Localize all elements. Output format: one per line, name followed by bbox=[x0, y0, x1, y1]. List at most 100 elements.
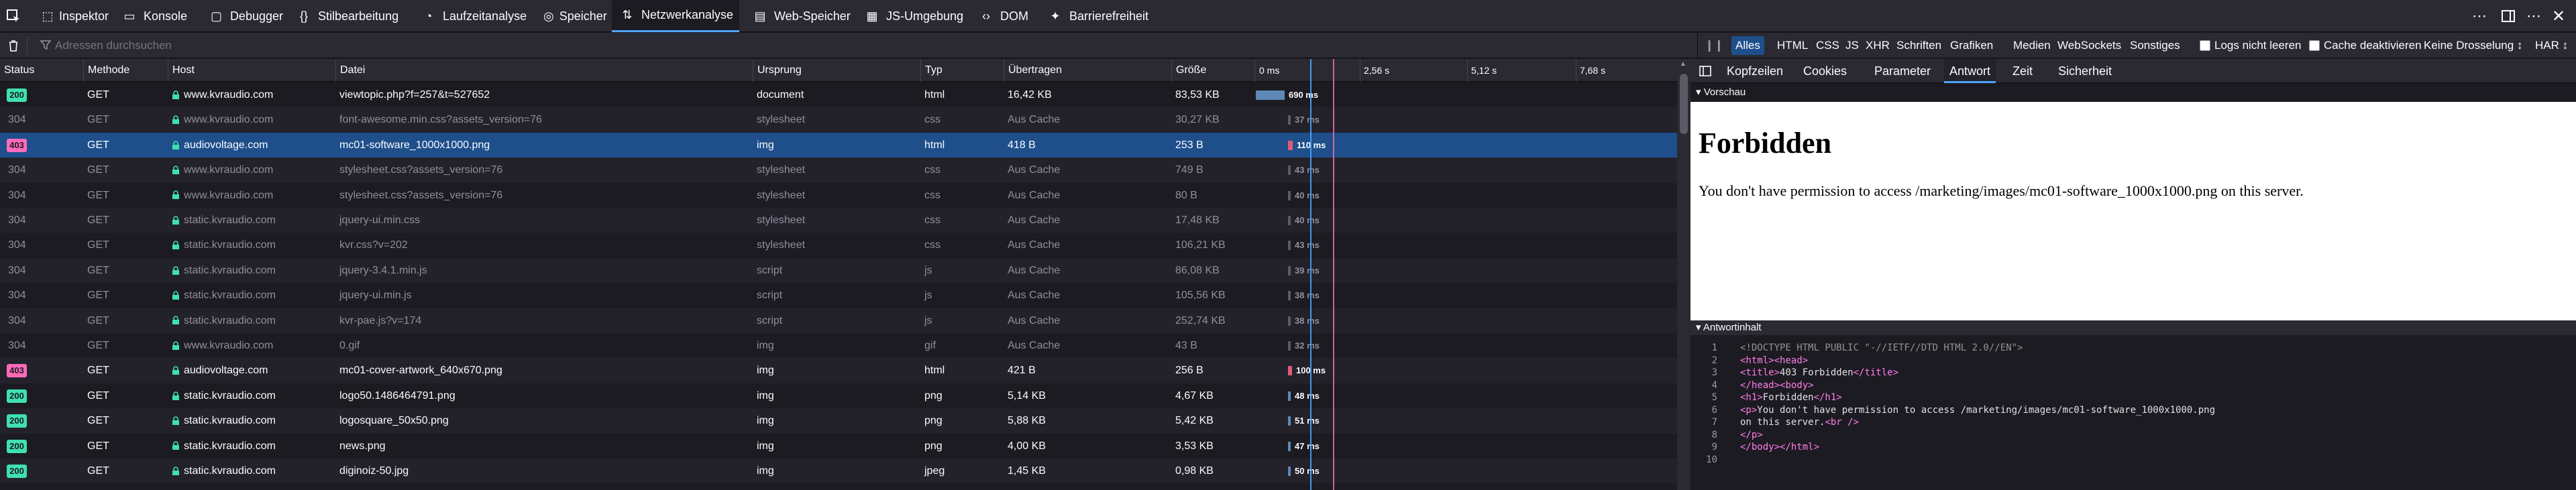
tab-label: Barrierefreiheit bbox=[1069, 9, 1149, 23]
type-filter-html[interactable]: HTML bbox=[1773, 36, 1812, 55]
request-row[interactable]: 304 GET www.kvraudio.com 0.gif img gif Aus Cac… bbox=[0, 333, 1677, 359]
accessibility-icon: ✦ bbox=[1050, 9, 1061, 23]
tab-inspektor[interactable]: ⬚ Inspektor bbox=[35, 0, 109, 32]
detail-tab-zeit[interactable]: Zeit bbox=[2007, 59, 2038, 83]
type-filter-medien[interactable]: Medien bbox=[2009, 36, 2055, 55]
scroll-up-icon[interactable]: ▲ bbox=[1680, 60, 1688, 68]
element-picker-icon[interactable] bbox=[5, 0, 30, 32]
request-row[interactable]: 200 GET static.kvraudio.com logo50.14864647… bbox=[0, 383, 1677, 409]
request-row[interactable]: 304 GET static.kvraudio.com kvr-pae.js?v=17… bbox=[0, 308, 1677, 333]
tab-debugger[interactable]: ▢ Debugger bbox=[201, 0, 283, 32]
column-header[interactable]: Methode bbox=[83, 59, 168, 82]
column-header[interactable]: Ursprung bbox=[753, 59, 920, 82]
column-header[interactable]: Host bbox=[168, 59, 335, 82]
cell-host: www.kvraudio.com bbox=[168, 183, 335, 208]
request-row[interactable]: 200 GET static.kvraudio.com news.png img png 4… bbox=[0, 433, 1677, 458]
divider bbox=[27, 37, 28, 54]
request-row[interactable]: 304 GET static.kvraudio.com kvr.css?v=202 st… bbox=[0, 233, 1677, 258]
cell-cause: stylesheet bbox=[757, 215, 806, 226]
detail-tab-kopfzeilen[interactable]: Kopfzeilen bbox=[1721, 59, 1788, 83]
waterfall-header[interactable]: 0 ms 2,56 s 5,12 s 7,68 s bbox=[1254, 59, 1677, 82]
type-filter-js[interactable]: JS bbox=[1841, 36, 1863, 55]
tab-web-speicher[interactable]: ▤ Web-Speicher bbox=[745, 0, 852, 32]
cell-method: GET bbox=[87, 415, 109, 427]
detail-tab-antwort[interactable]: Antwort bbox=[1944, 59, 1996, 83]
scrollbar-thumb[interactable] bbox=[1680, 74, 1688, 134]
cell-file: jquery-3.4.1.min.js bbox=[339, 264, 427, 276]
line-number: 6 bbox=[1711, 404, 1717, 416]
request-row[interactable]: 304 GET static.kvraudio.com jquery-ui.min.j… bbox=[0, 283, 1677, 308]
column-header[interactable]: Datei bbox=[335, 59, 753, 82]
type-filter-websockets[interactable]: WebSockets bbox=[2053, 36, 2125, 55]
cell-type: html bbox=[924, 139, 945, 151]
request-row[interactable]: 200 GET www.kvraudio.com viewtopic.php?f=25… bbox=[0, 82, 1677, 108]
cell-status: 304 bbox=[8, 264, 26, 276]
column-header[interactable]: Größe bbox=[1171, 59, 1254, 82]
pause-icon[interactable]: ❙❙ bbox=[1705, 39, 1724, 52]
tab-netzwerkanalyse[interactable]: ⇅ Netzwerkanalyse bbox=[612, 0, 739, 32]
type-filter-alles[interactable]: Alles bbox=[1731, 36, 1764, 55]
scrollbar[interactable]: ▲ bbox=[1677, 59, 1690, 490]
request-row[interactable]: 200 GET static.kvraudio.com logosquare_50x5… bbox=[0, 408, 1677, 434]
request-row[interactable]: 403 GET audiovoltage.com mc01-software_1000… bbox=[0, 132, 1677, 158]
cell-type: css bbox=[924, 114, 941, 126]
type-filter-grafiken[interactable]: Grafiken bbox=[1946, 36, 1997, 55]
throttling-select[interactable]: Keine Drosselung ↕ bbox=[2424, 39, 2522, 52]
tab-label: JS-Umgebung bbox=[886, 9, 964, 23]
toggle-sidebar-icon[interactable] bbox=[1699, 64, 1712, 78]
request-row[interactable]: 200 GET static.kvraudio.com diginoiz-50.jpg… bbox=[0, 458, 1677, 484]
type-filter-schriften[interactable]: Schriften bbox=[1892, 36, 1945, 55]
request-row[interactable]: 304 GET www.kvraudio.com stylesheet.css?ass… bbox=[0, 158, 1677, 183]
detail-tab-cookies[interactable]: Cookies bbox=[1798, 59, 1852, 83]
waterfall-bar bbox=[1256, 90, 1285, 100]
tab-barrierefreiheit[interactable]: ✦ Barrierefreiheit bbox=[1040, 0, 1154, 32]
request-row[interactable]: 304 GET www.kvraudio.com font-awesome.min.c… bbox=[0, 107, 1677, 133]
column-header[interactable]: Übertragen bbox=[1004, 59, 1171, 82]
cell-status: 304 bbox=[8, 314, 26, 326]
response-body-section-header[interactable]: ▾ Antwortinhalt bbox=[1690, 320, 2576, 335]
disable-cache-checkbox[interactable] bbox=[2309, 40, 2320, 51]
request-row[interactable]: 403 GET audiovoltage.com mc01-cover-artwork… bbox=[0, 358, 1677, 383]
overflow-menu-icon[interactable]: ⋯ bbox=[2526, 0, 2546, 32]
cell-size: 83,53 KB bbox=[1175, 89, 1220, 101]
tab-stilbearbeitung[interactable]: {} Stilbearbeitung bbox=[288, 0, 408, 32]
lock-icon bbox=[172, 115, 180, 125]
status-badge: 200 bbox=[7, 389, 27, 403]
request-row[interactable]: 304 GET www.kvraudio.com stylesheet.css?ass… bbox=[0, 182, 1677, 208]
cell-type: js bbox=[924, 314, 932, 326]
request-row[interactable]: 304 GET static.kvraudio.com jquery-ui.min.c… bbox=[0, 208, 1677, 233]
tab-laufzeitanalyse[interactable]: ◔ Laufzeitanalyse bbox=[413, 0, 531, 32]
column-header[interactable]: Typ bbox=[920, 59, 1004, 82]
tab-dom[interactable]: ‹› DOM bbox=[971, 0, 1035, 32]
request-row[interactable]: 304 GET static.kvraudio.com jquery-3.4.1.mi… bbox=[0, 257, 1677, 284]
cell-type: css bbox=[924, 239, 941, 251]
tab-js-umgebung[interactable]: ▦ JS-Umgebung bbox=[857, 0, 967, 32]
dock-icon[interactable] bbox=[2501, 0, 2521, 32]
cell-cause: img bbox=[757, 415, 774, 427]
status-badge: 403 bbox=[7, 364, 27, 378]
preview-section-header[interactable]: ▾ Vorschau bbox=[1690, 86, 1746, 101]
status-badge: 200 bbox=[7, 465, 27, 478]
type-filter-sonstiges[interactable]: Sonstiges bbox=[2126, 36, 2184, 55]
trash-icon[interactable] bbox=[7, 39, 20, 52]
cell-size: 4,67 KB bbox=[1175, 389, 1214, 402]
persist-logs-checkbox[interactable] bbox=[2200, 40, 2210, 51]
detail-tab-parameter[interactable]: Parameter bbox=[1869, 59, 1936, 83]
url-filter-input[interactable] bbox=[55, 36, 659, 56]
code-line: </body></html> bbox=[1740, 442, 1820, 452]
line-number: 5 bbox=[1711, 392, 1717, 403]
detail-tab-sicherheit[interactable]: Sicherheit bbox=[2053, 59, 2117, 83]
cell-type: css bbox=[924, 189, 941, 201]
close-icon[interactable]: ✕ bbox=[2552, 0, 2572, 32]
more-options-icon[interactable]: ⋯ bbox=[2472, 0, 2492, 32]
tab-konsole[interactable]: ▭ Konsole bbox=[114, 0, 196, 32]
cell-type: png bbox=[924, 389, 943, 402]
type-filter-xhr[interactable]: XHR bbox=[1862, 36, 1894, 55]
status-badge: 200 bbox=[7, 439, 27, 453]
type-filter-css[interactable]: CSS bbox=[1812, 36, 1843, 55]
tab-speicher[interactable]: ◎ Speicher bbox=[537, 0, 607, 32]
tab-label: Web-Speicher bbox=[774, 9, 851, 23]
column-header[interactable]: Status bbox=[0, 59, 83, 82]
har-menu[interactable]: HAR ↕ bbox=[2535, 39, 2568, 52]
cell-method: GET bbox=[87, 365, 109, 377]
